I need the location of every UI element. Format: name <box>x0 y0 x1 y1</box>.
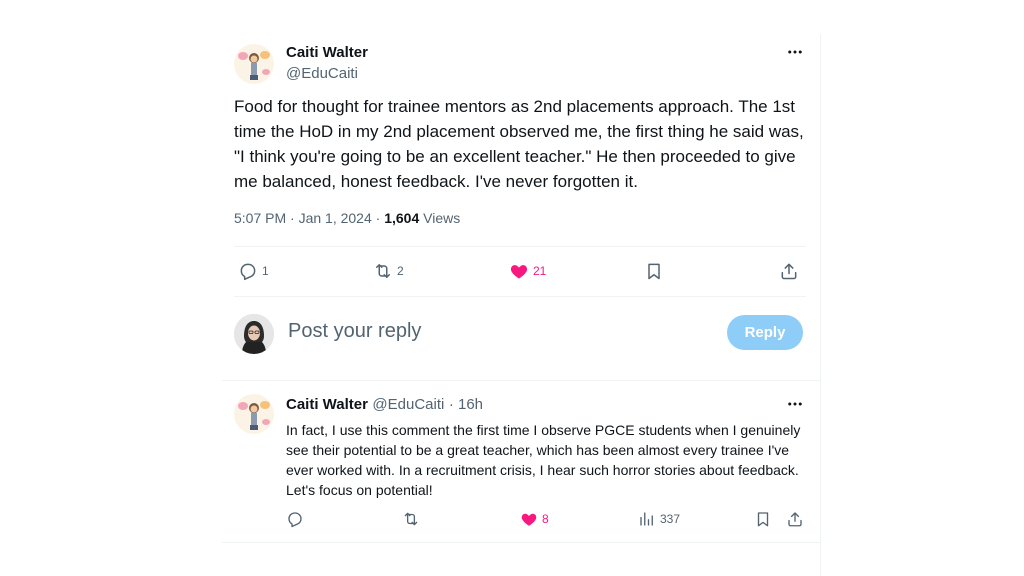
share-icon <box>788 512 802 527</box>
author-handle[interactable]: @EduCaiti <box>286 65 358 82</box>
bookmark-icon <box>648 263 660 280</box>
reply-action[interactable]: 1 <box>238 261 269 281</box>
reply-like-count: 8 <box>542 512 549 526</box>
like-count: 21 <box>533 264 547 278</box>
reply-reply-action[interactable] <box>286 510 304 528</box>
reply-author-handle[interactable]: @EduCaiti <box>372 396 444 413</box>
current-user-avatar[interactable] <box>234 314 274 354</box>
reply-input[interactable]: Post your reply <box>288 320 421 343</box>
views-chart-icon <box>640 512 653 526</box>
bookmark-action[interactable] <box>644 261 664 281</box>
divider-bottom <box>234 296 806 297</box>
reply-views-action[interactable]: 337 <box>638 510 680 528</box>
thread-separator <box>222 380 820 381</box>
share-icon <box>781 263 797 280</box>
views-count[interactable]: 1,604 <box>384 210 419 226</box>
reply-views-count: 337 <box>660 512 681 526</box>
reply-bottom-separator <box>222 542 820 543</box>
reply-icon <box>240 263 256 281</box>
retweet-icon <box>376 264 390 278</box>
divider-top <box>234 246 806 247</box>
reply-button[interactable]: Reply <box>727 315 803 350</box>
share-action[interactable] <box>779 261 799 281</box>
reply-share-action[interactable] <box>786 510 804 528</box>
heart-filled-icon <box>510 265 528 279</box>
reply-bookmark-action[interactable] <box>754 510 772 528</box>
retweet-icon <box>404 512 418 526</box>
reply-author-name[interactable]: Caiti Walter <box>286 396 368 413</box>
reply-icon <box>288 512 302 528</box>
author-name[interactable]: Caiti Walter <box>286 44 368 61</box>
tweet-text: Food for thought for trainee mentors as … <box>234 97 804 191</box>
views-label: Views <box>419 210 461 226</box>
reply-more-options-icon[interactable] <box>784 396 806 412</box>
heart-filled-icon <box>521 513 537 526</box>
tweet-meta: 5:07 PM · Jan 1, 2024 · 1,604 Views <box>234 210 460 226</box>
reply-count: 1 <box>262 264 269 278</box>
tweet-time[interactable]: 5:07 PM · Jan 1, 2024 · <box>234 210 384 226</box>
reply-like-action[interactable]: 8 <box>520 510 549 528</box>
author-avatar[interactable] <box>234 44 274 84</box>
like-action[interactable]: 21 <box>509 261 546 281</box>
bookmark-icon <box>757 512 769 527</box>
reply-author-avatar[interactable] <box>234 394 274 434</box>
retweet-count: 2 <box>397 264 404 278</box>
reply-time[interactable]: · 16h <box>449 396 483 413</box>
reply-text: In fact, I use this comment the first ti… <box>286 422 801 498</box>
reply-header: Caiti Walter @EduCaiti · 16h <box>286 396 483 414</box>
more-options-icon[interactable] <box>784 44 806 60</box>
reply-retweet-action[interactable] <box>402 510 420 528</box>
tweet-panel: Caiti Walter @EduCaiti Food for thought … <box>222 34 821 576</box>
retweet-action[interactable]: 2 <box>373 261 404 281</box>
